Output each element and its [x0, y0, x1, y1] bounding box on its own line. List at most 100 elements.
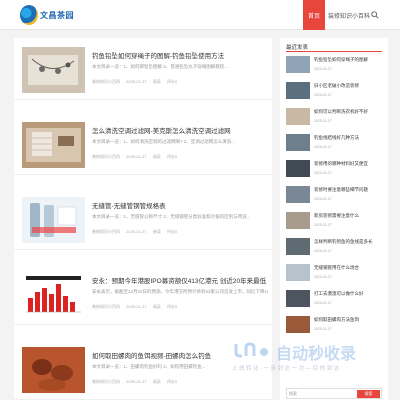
sidebar-item-title[interactable]: 钓鱼线结线好几种方法	[314, 135, 384, 141]
logo-mark-icon	[20, 5, 38, 25]
sidebar-item-date: 2025-01-27	[314, 93, 332, 97]
post-views: 阅读	[152, 229, 161, 234]
sidebar-search[interactable]: 搜索 搜索	[286, 388, 382, 399]
sidebar-heading: 最近发表	[286, 45, 309, 51]
post-comments[interactable]: 评论0	[167, 379, 177, 384]
post-category[interactable]: 装修知识小百科	[92, 154, 120, 159]
post-thumbnail[interactable]	[22, 347, 85, 393]
post-views: 阅读	[152, 304, 161, 309]
sidebar-thumbnail[interactable]	[286, 316, 310, 333]
post-item[interactable]: 如何取田螺肉的鱼饵视频-田螺肉怎么钓鱼 本文目录一览：1、田螺肉钓鱼好吗 2、如…	[14, 338, 272, 400]
sidebar-item-title[interactable]: 无缝钢管用在什么场合	[314, 265, 384, 271]
sidebar-item-date: 2025-01-27	[314, 327, 332, 331]
nav-home[interactable]: 首页	[303, 0, 325, 30]
search-icon[interactable]	[371, 11, 379, 19]
post-date: 2025-01-27	[126, 229, 147, 234]
sidebar-thumbnail[interactable]	[286, 160, 310, 177]
search-input-label[interactable]: 搜索	[289, 391, 297, 397]
post-category[interactable]: 装修知识小百科	[92, 79, 120, 84]
ipo-bar-chart-image	[22, 272, 85, 318]
post-excerpt: 本文目录一览：1、如何绑铅坠图解 2、普通铅坠丸子穿绳图解教程...	[92, 64, 229, 69]
sidebar-item-date: 2025-01-27	[314, 249, 332, 253]
post-category[interactable]: 装修知识小百科	[92, 304, 120, 309]
post-meta: 装修知识小百科 2025-01-27 阅读 评论0	[92, 379, 268, 385]
sidebar-item[interactable]: 如何可以判断洗衣机好不好 2025-01-27	[286, 108, 384, 134]
post-title[interactable]: 无缝管-无缝管钢管规格表	[92, 200, 268, 210]
sidebar-item-date: 2025-01-27	[314, 67, 332, 71]
sidebar-thumbnail[interactable]	[286, 186, 310, 203]
post-excerpt: 本文目录一览：1、无缝管公称尺寸 2、无缝钢管分类标准和冷拔的区别与用途...	[92, 214, 251, 219]
sidebar-item[interactable]: 钓鱼线结线好几种方法 2025-01-27	[286, 134, 384, 160]
sidebar-thumbnail[interactable]	[286, 134, 310, 151]
sidebar-item-title[interactable]: 新房装修需要注意什么	[314, 213, 384, 219]
site-logo[interactable]: 文昌茶园	[20, 4, 74, 26]
post-comments[interactable]: 评论0	[167, 79, 177, 84]
sidebar-item[interactable]: 旧小区老破小改造装修 2025-01-27	[286, 82, 384, 108]
sidebar-item-title[interactable]: 装修时要注意哪些细节问题	[314, 187, 384, 193]
post-date: 2025-01-27	[126, 79, 147, 84]
sidebar-item-date: 2025-01-27	[314, 145, 332, 149]
sidebar-thumbnail[interactable]	[286, 264, 310, 281]
search-button[interactable]: 搜索	[357, 390, 380, 398]
sidebar-item-date: 2025-01-27	[314, 223, 332, 227]
seamless-pipe-image	[22, 197, 85, 243]
sidebar-item-title[interactable]: 打工去港澳可以做什么好	[314, 291, 384, 297]
post-comments[interactable]: 评论0	[167, 304, 177, 309]
sidebar-heading-rule	[286, 51, 382, 52]
post-item[interactable]: 安永：预期今年港股IPO募资额仅413亿港元 创近20年来最低 安永表示，据截至…	[14, 263, 272, 325]
sidebar-item-title[interactable]: 旧小区老破小改造装修	[314, 83, 384, 89]
post-category[interactable]: 装修知识小百科	[92, 229, 120, 234]
logo-text: 文昌茶园	[40, 10, 74, 20]
post-item[interactable]: 怎么清洗空调过滤网-美克斯怎么清洗空调过滤网 本文目录一览：1、如何清洗空调的过…	[14, 113, 272, 175]
sidebar-item[interactable]: 装修时要注意哪些细节问题 2025-01-27	[286, 186, 384, 212]
post-title[interactable]: 安永：预期今年港股IPO募资额仅413亿港元 创近20年来最低	[92, 275, 268, 285]
sidebar-item[interactable]: 无缝钢管用在什么场合 2025-01-27	[286, 264, 384, 290]
post-date: 2025-01-27	[126, 304, 147, 309]
sidebar-item[interactable]: 怎样判断钓到鱼的鱼线是多长 2025-01-27	[286, 238, 384, 264]
sidebar-item-date: 2025-01-27	[314, 197, 332, 201]
sidebar-item-date: 2025-01-27	[314, 119, 332, 123]
post-category[interactable]: 装修知识小百科	[92, 379, 120, 384]
sidebar-item-title[interactable]: 怎样判断钓到鱼的鱼线是多长	[314, 239, 384, 245]
post-thumbnail[interactable]	[22, 197, 85, 243]
sidebar-item[interactable]: 打工去港澳可以做什么好 2025-01-27	[286, 290, 384, 316]
post-excerpt: 本文目录一览：1、如何清洗空调的过滤网啊? 2、空调过滤网怎么清洗...	[92, 139, 236, 144]
sidebar-item[interactable]: 如何取田螺肉方法鱼饵 2025-01-27	[286, 316, 384, 342]
post-thumbnail[interactable]	[22, 122, 85, 168]
post-item[interactable]: 钓鱼铅坠如何穿绳子的图解-钓鱼铅坠使用方法 本文目录一览：1、如何绑铅坠图解 2…	[14, 38, 272, 100]
post-meta: 装修知识小百科 2025-01-27 阅读 评论0	[92, 304, 268, 310]
ac-filter-image	[22, 122, 85, 168]
sidebar-thumbnail[interactable]	[286, 82, 310, 99]
sidebar-thumbnail[interactable]	[286, 108, 310, 125]
sidebar-thumbnail[interactable]	[286, 56, 310, 73]
post-title[interactable]: 钓鱼铅坠如何穿绳子的图解-钓鱼铅坠使用方法	[92, 50, 268, 60]
nav-decoration-wiki[interactable]: 装修知识小百科	[328, 0, 370, 30]
post-meta: 装修知识小百科 2025-01-27 阅读 评论0	[92, 79, 268, 85]
sidebar-item-date: 2025-01-27	[314, 301, 332, 305]
post-date: 2025-01-27	[126, 154, 147, 159]
post-list: 钓鱼铅坠如何穿绳子的图解-钓鱼铅坠使用方法 本文目录一览：1、如何绑铅坠图解 2…	[14, 38, 272, 400]
sidebar-item-date: 2025-01-27	[314, 275, 332, 279]
post-meta: 装修知识小百科 2025-01-27 阅读 评论0	[92, 229, 268, 235]
post-thumbnail[interactable]	[22, 47, 85, 93]
sidebar-thumbnail[interactable]	[286, 238, 310, 255]
post-views: 阅读	[152, 154, 161, 159]
post-title[interactable]: 如何取田螺肉的鱼饵视频-田螺肉怎么钓鱼	[92, 350, 268, 360]
post-title[interactable]: 怎么清洗空调过滤网-美克斯怎么清洗空调过滤网	[92, 125, 268, 135]
sidebar-thumbnail[interactable]	[286, 212, 310, 229]
post-excerpt: 安永表示，据截至12月20日的预测，今年港交所预计将有63家公司首发上市，同比下…	[92, 289, 268, 294]
post-comments[interactable]: 评论0	[167, 229, 177, 234]
sidebar-item[interactable]: 装修用的哪种材料好又便宜 2025-01-27	[286, 160, 384, 186]
post-item[interactable]: 无缝管-无缝管钢管规格表 本文目录一览：1、无缝管公称尺寸 2、无缝钢管分类标准…	[14, 188, 272, 250]
sidebar-thumbnail[interactable]	[286, 290, 310, 307]
sidebar-item[interactable]: 新房装修需要注意什么 2025-01-27	[286, 212, 384, 238]
post-views: 阅读	[152, 379, 161, 384]
sidebar-item-title[interactable]: 如何可以判断洗衣机好不好	[314, 109, 384, 115]
sidebar-item-date: 2025-01-27	[314, 171, 332, 175]
sidebar-item-title[interactable]: 装修用的哪种材料好又便宜	[314, 161, 384, 167]
post-thumbnail[interactable]	[22, 272, 85, 318]
sidebar-item[interactable]: 钓鱼铅坠如何穿绳子的图解 2025-01-27	[286, 56, 384, 82]
sidebar-item-title[interactable]: 如何取田螺肉方法鱼饵	[314, 317, 384, 323]
sidebar-item-title[interactable]: 钓鱼铅坠如何穿绳子的图解	[314, 57, 384, 63]
post-comments[interactable]: 评论0	[167, 154, 177, 159]
